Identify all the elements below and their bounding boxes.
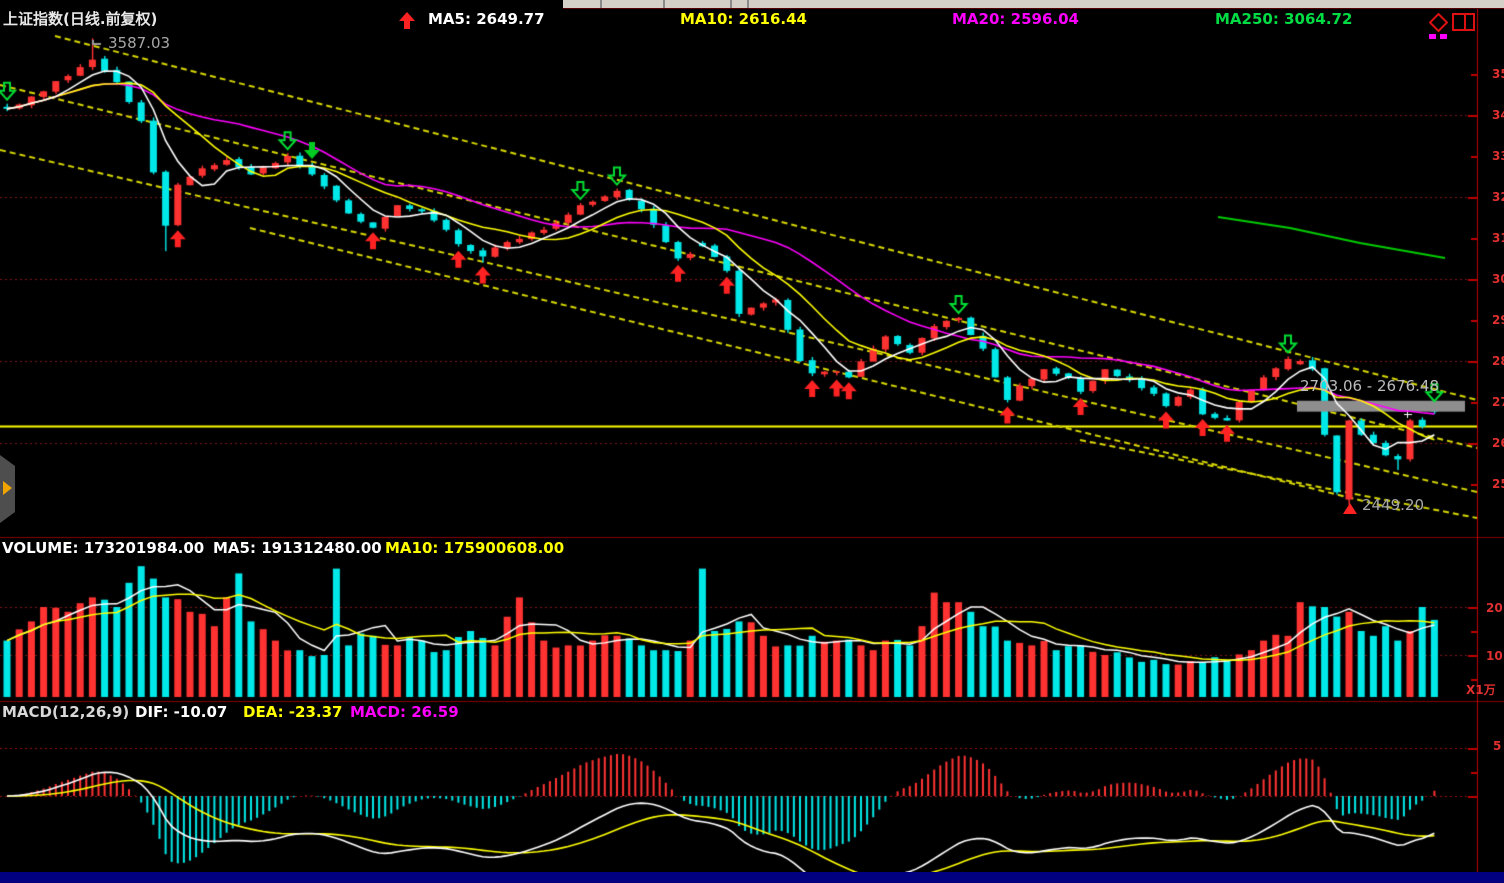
price-axis-label: 2500 xyxy=(1492,476,1504,493)
macd-value: MACD: 26.59 xyxy=(350,704,459,721)
edge-separator xyxy=(747,0,749,8)
price-axis-label: 2700 xyxy=(1492,394,1504,411)
macd-indicator-name: MACD(12,26,9) xyxy=(2,704,129,721)
price-axis-label: 3000 xyxy=(1492,271,1504,288)
volume-ma10: MA10: 175900608.00 xyxy=(385,540,564,557)
diamond-icon[interactable] xyxy=(1429,13,1448,32)
chart-plot-canvas[interactable] xyxy=(0,0,1504,883)
split-pane-icon[interactable] xyxy=(1452,13,1475,31)
volume-unit-label: X1万 xyxy=(1466,682,1496,699)
price-axis-label: 3200 xyxy=(1492,189,1504,206)
macd-axis-label-5: 5 xyxy=(1493,738,1501,755)
price-axis-label: 2800 xyxy=(1492,353,1504,370)
top-window-edge-shadow xyxy=(563,8,1504,9)
volume-ma5: MA5: 191312480.00 xyxy=(213,540,382,557)
price-axis-label: 3300 xyxy=(1492,148,1504,165)
expand-arrow-icon xyxy=(3,481,12,495)
price-axis-label: 3100 xyxy=(1492,230,1504,247)
top-window-edge xyxy=(563,0,1504,8)
legend-ma20: MA20: 2596.04 xyxy=(952,11,1079,28)
panel-expand-tab[interactable] xyxy=(0,455,16,523)
highest-price-label: 3587.03 xyxy=(108,35,170,52)
volume-value: VOLUME: 173201984.00 xyxy=(2,540,204,557)
price-axis-label: 3400 xyxy=(1492,107,1504,124)
legend-ma10: MA10: 2616.44 xyxy=(680,11,807,28)
volume-axis-label-20: 20 xyxy=(1486,600,1503,617)
macd-dif: DIF: -10.07 xyxy=(135,704,227,721)
edge-separator xyxy=(663,0,665,8)
volume-axis-label-10: 10 xyxy=(1486,648,1503,665)
macd-dea: DEA: -23.37 xyxy=(243,704,342,721)
price-axis-label: 2600 xyxy=(1492,435,1504,452)
lowest-price-label: 2449.20 xyxy=(1362,497,1424,514)
magenta-dot-left xyxy=(1429,34,1436,39)
price-axis-label: 2900 xyxy=(1492,312,1504,329)
stock-chart-window: { "header": { "title": "上证指数(日线.前复权)", "… xyxy=(0,0,1504,883)
chart-title: 上证指数(日线.前复权) xyxy=(3,11,157,28)
magenta-dot-right xyxy=(1440,34,1447,39)
edge-separator xyxy=(730,0,732,8)
legend-ma5: MA5: 2649.77 xyxy=(428,11,545,28)
range-zone-label: 2703.06 - 2676.48 xyxy=(1300,378,1439,395)
legend-ma250: MA250: 3064.72 xyxy=(1215,11,1352,28)
up-arrow-icon xyxy=(398,12,416,29)
edge-separator xyxy=(600,0,602,8)
low-marker-triangle xyxy=(1343,503,1357,514)
price-axis-label: 3500 xyxy=(1492,66,1504,83)
bottom-status-strip xyxy=(0,872,1504,883)
right-axis-labels: 20 10 5 3500 3400 3300 3200 3100 3000 2900 2800… xyxy=(1484,0,1504,872)
